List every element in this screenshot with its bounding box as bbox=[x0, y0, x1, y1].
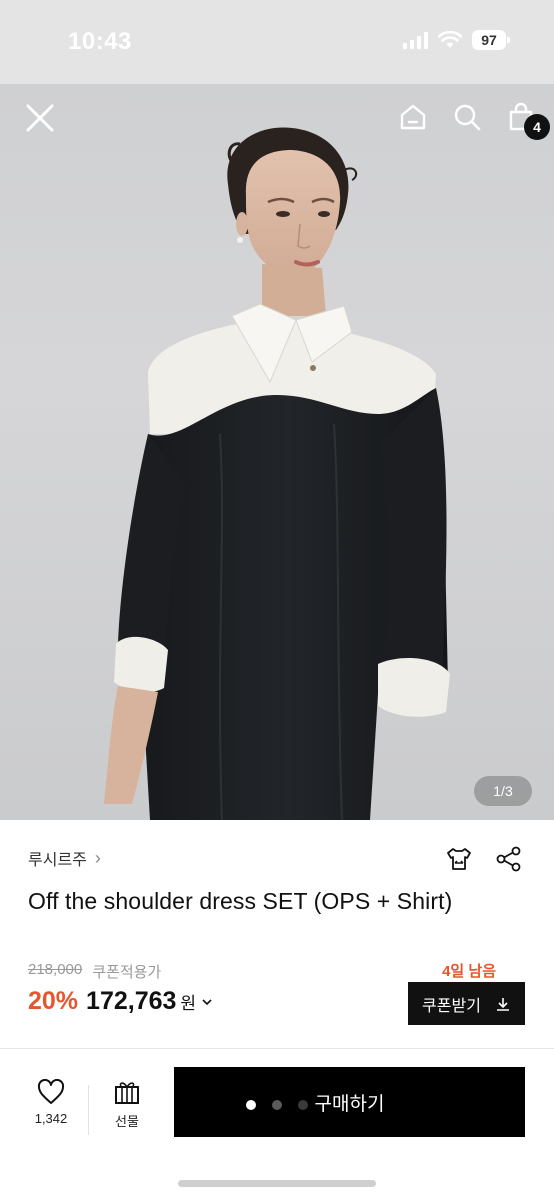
like-button[interactable]: 1,342 bbox=[28, 1079, 74, 1126]
loading-dot bbox=[246, 1100, 256, 1110]
currency: 원 bbox=[180, 994, 197, 1013]
buy-label: 구매하기 bbox=[314, 1093, 385, 1115]
brand-name: 루시르주 bbox=[28, 852, 87, 869]
share-button[interactable] bbox=[494, 844, 524, 874]
get-coupon-button[interactable]: 쿠폰받기 bbox=[408, 982, 525, 1025]
gift-button[interactable]: 선물 bbox=[104, 1079, 150, 1130]
close-icon bbox=[26, 104, 54, 132]
status-time: 10:43 bbox=[68, 28, 132, 55]
coupon-days-left: 4일 남음 bbox=[442, 963, 496, 980]
discount-rate: 20% bbox=[28, 987, 79, 1015]
gift-label: 선물 bbox=[115, 1114, 139, 1129]
signal-icon bbox=[403, 31, 428, 49]
battery-level: 97 bbox=[481, 32, 497, 48]
like-count: 1,342 bbox=[34, 1111, 68, 1126]
wifi-icon bbox=[438, 31, 462, 49]
top-actions: 4 bbox=[396, 100, 550, 140]
price-detail-toggle[interactable] bbox=[200, 995, 214, 1014]
product-title: Off the shoulder dress SET (OPS + Shirt) bbox=[28, 888, 453, 914]
original-price: 218,000 bbox=[28, 961, 83, 978]
size-guide-button[interactable] bbox=[444, 844, 474, 874]
cart-button[interactable]: 4 bbox=[504, 100, 550, 140]
brand-link[interactable]: 루시르주 › bbox=[28, 846, 101, 870]
home-indicator[interactable] bbox=[178, 1180, 376, 1187]
price-row: 20% 172,763 원 bbox=[28, 987, 214, 1016]
product-image-carousel[interactable]: 4 1/3 bbox=[0, 84, 554, 820]
status-bar: 10:43 97 bbox=[0, 0, 554, 84]
product-photo bbox=[104, 127, 450, 820]
battery-icon: 97 bbox=[472, 30, 510, 50]
original-price-row: 218,000 쿠폰적용가 bbox=[28, 961, 161, 982]
image-page-indicator: 1/3 bbox=[474, 776, 532, 806]
heart-icon bbox=[37, 1079, 65, 1104]
home-button[interactable] bbox=[396, 100, 430, 134]
chevron-down-icon bbox=[202, 999, 212, 1006]
search-button[interactable] bbox=[450, 100, 484, 134]
coupon-price-label: 쿠폰적용가 bbox=[92, 964, 162, 981]
separator bbox=[88, 1085, 89, 1135]
loading-dot bbox=[298, 1100, 308, 1110]
shirt-size-icon bbox=[447, 848, 471, 870]
home-icon bbox=[400, 104, 426, 130]
cart-count-badge: 4 bbox=[524, 114, 550, 140]
search-icon bbox=[454, 104, 481, 131]
gift-icon bbox=[115, 1082, 139, 1104]
product-actions bbox=[444, 844, 524, 874]
share-icon bbox=[496, 846, 521, 872]
close-button[interactable] bbox=[20, 98, 60, 138]
bottom-action-bar: 1,342 선물 구매하기 bbox=[0, 1049, 554, 1200]
download-icon bbox=[496, 997, 509, 1011]
get-coupon-label: 쿠폰받기 bbox=[422, 997, 481, 1015]
sale-price: 172,763 bbox=[86, 987, 177, 1015]
loading-indicator bbox=[246, 1100, 308, 1110]
loading-dot bbox=[272, 1100, 282, 1110]
buy-button[interactable]: 구매하기 bbox=[174, 1067, 525, 1137]
chevron-right-icon: › bbox=[94, 847, 101, 868]
status-icons: 97 bbox=[403, 30, 510, 50]
